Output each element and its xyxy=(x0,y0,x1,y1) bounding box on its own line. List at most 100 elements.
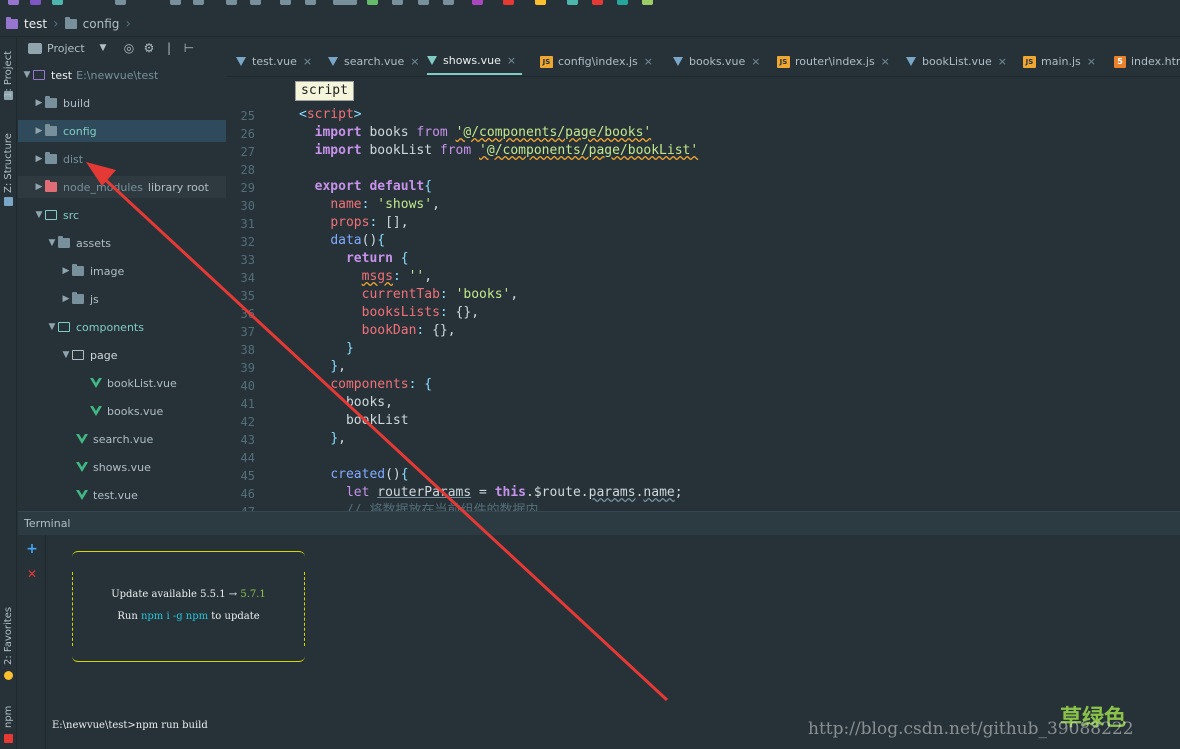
tab-main-js[interactable]: JS main.js × xyxy=(1023,48,1096,75)
run-icon[interactable] xyxy=(367,0,378,5)
scroll-from-source-icon[interactable]: ◎ xyxy=(121,41,137,55)
tab-label: test.vue xyxy=(252,55,297,68)
box-border xyxy=(304,572,305,646)
vue-file-icon xyxy=(906,57,916,66)
new-session-button[interactable]: + xyxy=(25,541,39,557)
tree-item-build[interactable]: ▶ build xyxy=(18,92,226,114)
close-session-button[interactable]: ✕ xyxy=(25,567,39,581)
chevron-down-icon[interactable]: ▼ xyxy=(21,70,33,80)
stop-icon[interactable] xyxy=(443,0,454,5)
tree-item-search-vue[interactable]: search.vue xyxy=(18,428,226,450)
chevron-right-icon[interactable]: ▶ xyxy=(33,154,45,164)
tree-item-shows-vue[interactable]: shows.vue xyxy=(18,456,226,478)
code-editor[interactable]: <script> import books from '@/components… xyxy=(299,106,1180,511)
tab-search-vue[interactable]: search.vue × xyxy=(328,48,420,75)
search-everywhere-icon[interactable] xyxy=(567,0,578,5)
code-string: '@/components/page/bookList' xyxy=(479,143,699,158)
tab-npm[interactable]: npm xyxy=(1,701,16,733)
run-config-select[interactable] xyxy=(333,0,357,5)
tab-favorites[interactable]: 2: Favorites xyxy=(1,602,16,670)
terminal-output[interactable]: Update available 5.5.1 → 5.7.1 Run npm i… xyxy=(48,535,1178,749)
chevron-down-icon[interactable]: ▼ xyxy=(33,210,45,220)
chevron-right-icon[interactable]: ▶ xyxy=(33,126,45,136)
replace-icon[interactable] xyxy=(250,0,261,5)
tab-label: shows.vue xyxy=(443,54,501,67)
tab-test-vue[interactable]: test.vue × xyxy=(236,48,312,75)
tab-project[interactable]: 1: Project xyxy=(1,43,16,105)
tab-books-vue[interactable]: books.vue × xyxy=(673,48,761,75)
chevron-right-icon[interactable]: ▶ xyxy=(33,98,45,108)
code-comment: // 将数据放在当前组件的数据内 xyxy=(345,503,539,511)
tree-item-config[interactable]: ▶ config xyxy=(18,120,226,142)
close-icon[interactable]: × xyxy=(881,55,890,68)
tree-item-components[interactable]: ▼ components xyxy=(18,316,226,338)
chevron-right-icon[interactable]: ▶ xyxy=(60,266,72,276)
divider: | xyxy=(166,41,172,55)
tab-shows-vue[interactable]: shows.vue × xyxy=(427,48,523,75)
tree-item-dist[interactable]: ▶ dist xyxy=(18,148,226,170)
tab-router-index-js[interactable]: JS router\index.js × xyxy=(777,48,890,75)
update-available-line: Update available 5.5.1 → 5.7.1 xyxy=(111,589,266,600)
tab-booklist-vue[interactable]: bookList.vue × xyxy=(906,48,1007,75)
hide-panel-icon[interactable]: ⊢ xyxy=(181,41,197,55)
tree-item-image[interactable]: ▶ image xyxy=(18,260,226,282)
settings-icon[interactable] xyxy=(472,0,483,5)
tree-item-page[interactable]: ▼ page xyxy=(18,344,226,366)
tree-item-root[interactable]: ▼ test E:\newvue\test xyxy=(18,64,226,86)
tree-item-js[interactable]: ▶ js xyxy=(18,288,226,310)
chevron-right-icon[interactable]: ▶ xyxy=(60,294,72,304)
tree-item-test-vue[interactable]: test.vue xyxy=(18,484,226,506)
tree-item-assets[interactable]: ▼ assets xyxy=(18,232,226,254)
close-icon[interactable]: × xyxy=(303,55,312,68)
line-number: 30 xyxy=(240,199,255,213)
project-view-select[interactable]: Project xyxy=(47,42,95,55)
box-border xyxy=(72,572,73,646)
debug-icon[interactable] xyxy=(392,0,403,5)
coverage-icon[interactable] xyxy=(418,0,429,5)
cut-icon[interactable] xyxy=(115,0,126,5)
gear-icon[interactable]: ⚙ xyxy=(141,41,157,55)
code-line: }, xyxy=(330,359,346,374)
vue-file-icon xyxy=(76,490,88,500)
tree-item-suffix: library root xyxy=(147,180,209,194)
chevron-right-icon[interactable]: ▶ xyxy=(33,182,45,192)
project-icon[interactable] xyxy=(8,0,19,5)
tab-label: main.js xyxy=(1041,55,1081,68)
breadcrumb-folder[interactable]: config xyxy=(64,17,126,31)
close-icon[interactable]: × xyxy=(410,55,419,68)
paste-icon[interactable] xyxy=(193,0,204,5)
tree-item-node-modules[interactable]: ▶ node_modules library root xyxy=(18,176,226,198)
forward-icon[interactable] xyxy=(305,0,316,5)
help-icon[interactable] xyxy=(503,0,514,5)
save-icon[interactable] xyxy=(30,0,41,5)
breadcrumb-project[interactable]: test xyxy=(6,17,53,31)
line-number: 34 xyxy=(240,271,255,285)
tab-structure[interactable]: Z: Structure xyxy=(1,129,16,197)
tab-index-html[interactable]: 5 index.htm xyxy=(1114,48,1180,75)
plugin-icon[interactable] xyxy=(642,0,653,5)
tasks-icon[interactable] xyxy=(617,0,628,5)
close-icon[interactable]: × xyxy=(507,54,516,67)
tab-config-index-js[interactable]: JS config\index.js × xyxy=(540,48,653,75)
find-icon[interactable] xyxy=(226,0,237,5)
chevron-down-icon[interactable]: ▼ xyxy=(95,43,111,53)
navigation-bar: test › config › xyxy=(0,0,1180,37)
tree-item-label: test xyxy=(51,68,73,82)
code-line: msgs: '', xyxy=(361,269,433,284)
terminal-tool-icon[interactable] xyxy=(535,0,546,5)
chevron-down-icon[interactable]: ▼ xyxy=(46,322,58,332)
close-icon[interactable]: × xyxy=(1087,55,1096,68)
sync-icon[interactable] xyxy=(52,0,63,5)
chevron-down-icon[interactable]: ▼ xyxy=(60,350,72,360)
line-number: 28 xyxy=(240,163,255,177)
back-icon[interactable] xyxy=(280,0,291,5)
tree-item-books-vue[interactable]: books.vue xyxy=(18,400,226,422)
chevron-down-icon[interactable]: ▼ xyxy=(46,238,58,248)
copy-icon[interactable] xyxy=(170,0,181,5)
close-icon[interactable]: × xyxy=(644,55,653,68)
tree-item-booklist-vue[interactable]: bookList.vue xyxy=(18,372,226,394)
close-icon[interactable]: × xyxy=(751,55,760,68)
close-icon[interactable]: × xyxy=(998,55,1007,68)
tree-item-src[interactable]: ▼ src xyxy=(18,204,226,226)
vcs-icon[interactable] xyxy=(592,0,603,5)
